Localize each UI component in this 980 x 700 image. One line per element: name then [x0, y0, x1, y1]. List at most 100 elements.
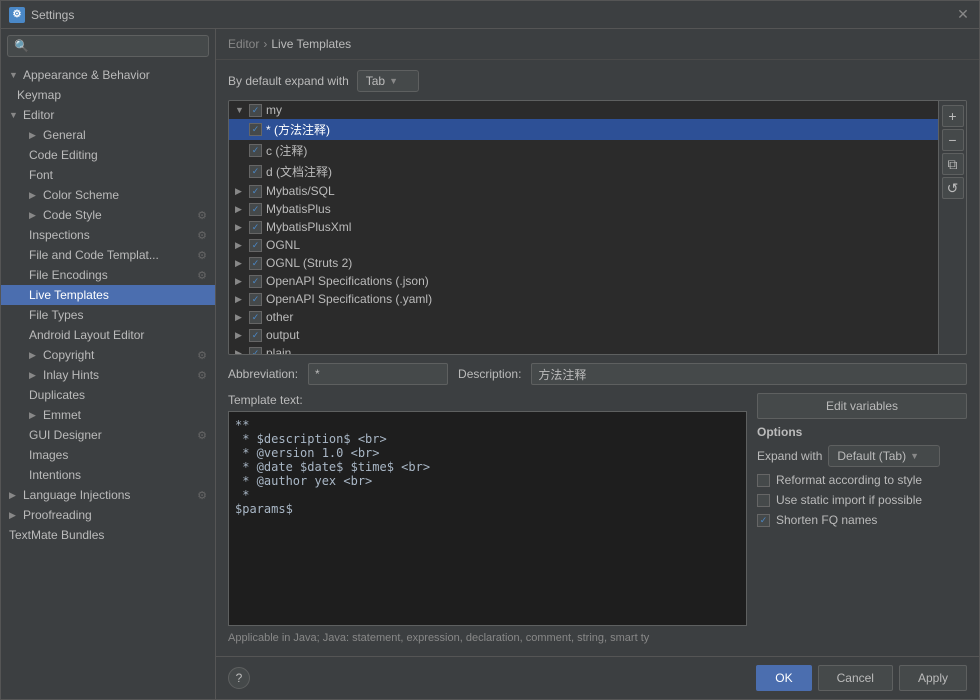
template-group-mybatisplusxml[interactable]: ▶ MybatisPlusXml — [229, 218, 938, 236]
template-group-my[interactable]: ▼ my — [229, 101, 938, 119]
sidebar-item-file-and-code-template[interactable]: File and Code Templat... ⚙ — [1, 245, 215, 265]
abbreviation-input[interactable] — [308, 363, 448, 385]
sidebar-item-color-scheme[interactable]: ▶ Color Scheme — [1, 185, 215, 205]
group-checkbox[interactable] — [249, 329, 262, 342]
title-bar: ⚙ Settings ✕ — [1, 1, 979, 29]
group-checkbox[interactable] — [249, 311, 262, 324]
copy-button[interactable]: ⧉ — [942, 153, 964, 175]
expand-arrow: ▶ — [29, 410, 39, 421]
sidebar-item-file-encodings[interactable]: File Encodings ⚙ — [1, 265, 215, 285]
expand-arrow: ▶ — [235, 258, 245, 269]
group-checkbox[interactable] — [249, 239, 262, 252]
cancel-button[interactable]: Cancel — [818, 665, 893, 691]
template-group-mybatis-sql[interactable]: ▶ Mybatis/SQL — [229, 182, 938, 200]
breadcrumb-parent: Editor — [228, 37, 259, 51]
sidebar-item-textmate-bundles[interactable]: TextMate Bundles — [1, 525, 215, 545]
expand-with-label: Expand with — [757, 449, 822, 463]
group-checkbox[interactable] — [249, 275, 262, 288]
sidebar-item-images[interactable]: Images — [1, 445, 215, 465]
sidebar-item-code-editing[interactable]: Code Editing — [1, 145, 215, 165]
expand-default-row: By default expand with Tab ▼ — [228, 70, 967, 92]
group-checkbox[interactable] — [249, 203, 262, 216]
close-button[interactable]: ✕ — [955, 7, 971, 23]
sidebar-item-gui-designer[interactable]: GUI Designer ⚙ — [1, 425, 215, 445]
search-input[interactable] — [33, 39, 202, 53]
dropdown-value: Tab — [366, 74, 385, 88]
sidebar-label: Font — [29, 168, 53, 182]
template-group-mybatisplus[interactable]: ▶ MybatisPlus — [229, 200, 938, 218]
group-checkbox[interactable] — [249, 257, 262, 270]
template-group-plain[interactable]: ▶ plain — [229, 344, 938, 354]
sidebar-item-keymap[interactable]: Keymap — [1, 85, 215, 105]
sidebar-label: Editor — [23, 108, 54, 122]
add-button[interactable]: + — [942, 105, 964, 127]
search-box[interactable]: 🔍 — [7, 35, 209, 57]
sidebar-label: Keymap — [17, 88, 61, 102]
expand-default-dropdown[interactable]: Tab ▼ — [357, 70, 419, 92]
sidebar-label: File Types — [29, 308, 83, 322]
apply-button[interactable]: Apply — [899, 665, 967, 691]
sidebar-item-copyright[interactable]: ▶ Copyright ⚙ — [1, 345, 215, 365]
group-checkbox[interactable] — [249, 221, 262, 234]
template-group-other[interactable]: ▶ other — [229, 308, 938, 326]
settings-window: ⚙ Settings ✕ 🔍 ▼ Appearance & Behavior K… — [0, 0, 980, 700]
sidebar-item-language-injections[interactable]: ▶ Language Injections ⚙ — [1, 485, 215, 505]
group-checkbox[interactable] — [249, 185, 262, 198]
help-button[interactable]: ? — [228, 667, 250, 689]
sidebar-item-code-style[interactable]: ▶ Code Style ⚙ — [1, 205, 215, 225]
sidebar-item-general[interactable]: ▶ General — [1, 125, 215, 145]
sidebar-item-live-templates[interactable]: Live Templates — [1, 285, 215, 305]
template-item-star[interactable]: * (方法注释) — [229, 119, 938, 140]
sidebar-label: Emmet — [43, 408, 81, 422]
sidebar-item-editor[interactable]: ▼ Editor — [1, 105, 215, 125]
description-label: Description: — [458, 367, 521, 381]
template-text-options: Template text: ** * $description$ <br> *… — [228, 393, 967, 646]
sidebar-item-intentions[interactable]: Intentions — [1, 465, 215, 485]
template-item-c[interactable]: c (注释) — [229, 140, 938, 161]
template-textarea[interactable]: ** * $description$ <br> * @version 1.0 <… — [228, 411, 747, 626]
ok-button[interactable]: OK — [756, 665, 811, 691]
description-input[interactable] — [531, 363, 967, 385]
sidebar-item-duplicates[interactable]: Duplicates — [1, 385, 215, 405]
sidebar-item-android-layout-editor[interactable]: Android Layout Editor — [1, 325, 215, 345]
item-checkbox[interactable] — [249, 123, 262, 136]
template-group-output[interactable]: ▶ output — [229, 326, 938, 344]
group-label: output — [266, 328, 299, 342]
sidebar-item-file-types[interactable]: File Types — [1, 305, 215, 325]
expand-arrow: ▶ — [29, 370, 39, 381]
template-group-openapi-json[interactable]: ▶ OpenAPI Specifications (.json) — [229, 272, 938, 290]
main-content: 🔍 ▼ Appearance & Behavior Keymap ▼ Edito… — [1, 29, 979, 699]
template-item-d[interactable]: d (文档注释) — [229, 161, 938, 182]
sidebar-item-emmet[interactable]: ▶ Emmet — [1, 405, 215, 425]
sidebar-item-inspections[interactable]: Inspections ⚙ — [1, 225, 215, 245]
search-icon: 🔍 — [14, 39, 29, 53]
expand-arrow: ▶ — [235, 348, 245, 355]
sidebar-item-appearance-behavior[interactable]: ▼ Appearance & Behavior — [1, 65, 215, 85]
sidebar-item-font[interactable]: Font — [1, 165, 215, 185]
undo-button[interactable]: ↺ — [942, 177, 964, 199]
edit-variables-button[interactable]: Edit variables — [757, 393, 967, 419]
template-name: c (注释) — [266, 142, 307, 159]
right-panel: Editor › Live Templates By default expan… — [216, 29, 979, 699]
template-group-ognl-struts[interactable]: ▶ OGNL (Struts 2) — [229, 254, 938, 272]
sidebar-label: Intentions — [29, 468, 81, 482]
expand-arrow: ▶ — [29, 190, 39, 201]
dropdown-value: Default (Tab) — [837, 449, 906, 463]
static-import-row: Use static import if possible — [757, 493, 967, 507]
item-checkbox[interactable] — [249, 165, 262, 178]
shorten-fq-checkbox[interactable] — [757, 514, 770, 527]
static-import-checkbox[interactable] — [757, 494, 770, 507]
template-group-ognl[interactable]: ▶ OGNL — [229, 236, 938, 254]
group-checkbox[interactable] — [249, 347, 262, 355]
expand-with-dropdown[interactable]: Default (Tab) ▼ — [828, 445, 940, 467]
sidebar-item-inlay-hints[interactable]: ▶ Inlay Hints ⚙ — [1, 365, 215, 385]
template-group-openapi-yaml[interactable]: ▶ OpenAPI Specifications (.yaml) — [229, 290, 938, 308]
group-checkbox-my[interactable] — [249, 104, 262, 117]
breadcrumb: Editor › Live Templates — [216, 29, 979, 60]
group-checkbox[interactable] — [249, 293, 262, 306]
sidebar-item-proofreading[interactable]: ▶ Proofreading — [1, 505, 215, 525]
reformat-checkbox[interactable] — [757, 474, 770, 487]
item-checkbox[interactable] — [249, 144, 262, 157]
remove-button[interactable]: − — [942, 129, 964, 151]
expand-arrow: ▶ — [235, 222, 245, 233]
